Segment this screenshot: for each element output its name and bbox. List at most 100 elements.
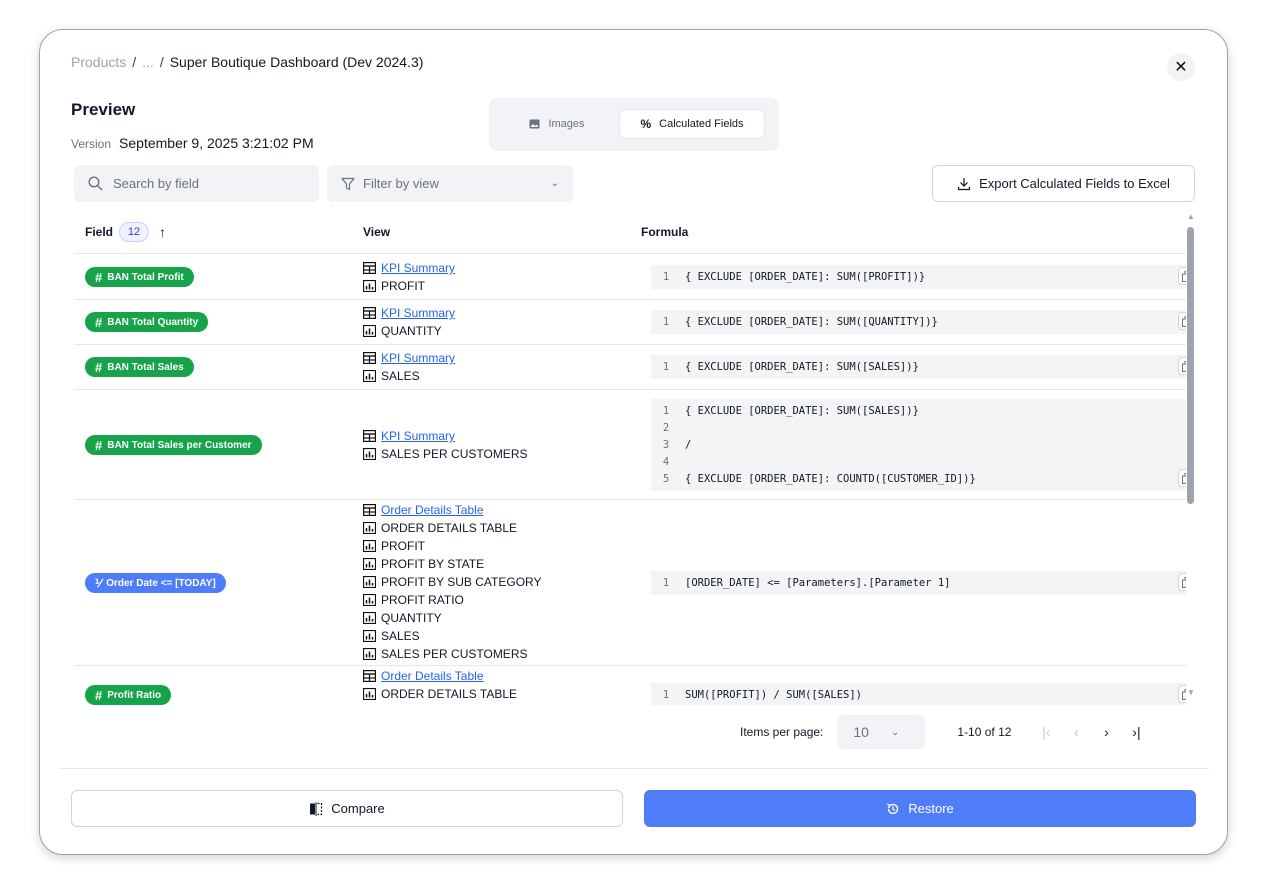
line-number: 3: [662, 438, 670, 451]
restore-button[interactable]: Restore: [644, 790, 1196, 827]
formula-block: 1 { EXCLUDE [ORDER_DATE]: SUM([SALES])}: [651, 355, 1186, 379]
copy-button[interactable]: [1178, 312, 1186, 330]
sheet-chart-icon: [363, 576, 376, 588]
breadcrumb-separator: /: [159, 54, 164, 70]
field-name: Profit Ratio: [107, 689, 162, 701]
number-type-icon: #: [95, 359, 103, 375]
copy-button[interactable]: [1178, 469, 1186, 487]
dashboard-icon: [363, 504, 376, 516]
view-dashboard: Order Details Table: [363, 501, 541, 519]
first-page-button[interactable]: |‹: [1031, 717, 1061, 747]
table-header: Field 12 ↑ View Formula: [74, 218, 1186, 254]
view-sheet: PROFIT BY SUB CATEGORY: [363, 573, 541, 591]
page-range: 1-10 of 12: [957, 725, 1012, 739]
sheet-name: PROFIT: [381, 279, 425, 293]
sort-ascending-icon[interactable]: ↑: [159, 224, 166, 240]
line-number: 1: [662, 315, 670, 328]
table-row: # BAN Total Sales KPI Summary SALES 1 { E…: [74, 345, 1186, 390]
column-view: View: [363, 225, 391, 239]
last-page-button[interactable]: ›|: [1121, 717, 1151, 747]
sheet-name: SALES: [381, 629, 420, 643]
filter-by-view-select[interactable]: Filter by view ⌄: [327, 165, 573, 202]
chevron-right-icon: ›: [1104, 724, 1109, 740]
copy-button[interactable]: [1178, 267, 1186, 285]
scroll-thumb[interactable]: [1187, 227, 1194, 504]
chevron-left-icon: ‹: [1074, 724, 1079, 740]
view-sheet: PROFIT: [363, 537, 541, 555]
view-sheet: QUANTITY: [363, 609, 541, 627]
view-list: KPI Summary SALES PER CUSTOMERS: [363, 427, 527, 463]
line-number: 4: [662, 455, 670, 468]
formula-block: 1 { EXCLUDE [ORDER_DATE]: SUM([PROFIT])}: [651, 265, 1186, 289]
dashboard-icon: [363, 670, 376, 682]
previous-page-button[interactable]: ‹: [1061, 717, 1091, 747]
copy-button[interactable]: [1178, 357, 1186, 375]
last-page-icon: ›|: [1132, 724, 1141, 740]
sheet-name: ORDER DETAILS TABLE: [381, 521, 518, 535]
scroll-up-icon[interactable]: ▲: [1187, 212, 1195, 221]
sheet-name: QUANTITY: [381, 324, 442, 338]
sheet-chart-icon: [363, 522, 376, 534]
number-type-icon: #: [95, 687, 103, 703]
tab-images[interactable]: Images: [501, 110, 613, 138]
number-type-icon: #: [95, 269, 103, 285]
breadcrumb-current: Super Boutique Dashboard (Dev 2024.3): [169, 54, 424, 70]
chevron-down-icon: ⌄: [550, 178, 559, 189]
formula-block: 1 [ORDER_DATE] <= [Parameters].[Parameter…: [651, 571, 1186, 595]
formula-line: { EXCLUDE [ORDER_DATE]: SUM([QUANTITY])}: [685, 315, 938, 328]
line-number: 1: [662, 576, 670, 589]
dashboard-icon: [363, 262, 376, 274]
view-list: KPI Summary QUANTITY: [363, 304, 455, 340]
sheet-name: PROFIT BY SUB CATEGORY: [381, 575, 542, 589]
sheet-chart-icon: [363, 370, 376, 382]
view-dashboard: KPI Summary: [363, 427, 527, 445]
view-link[interactable]: KPI Summary: [381, 259, 455, 277]
sheet-name: PROFIT BY STATE: [381, 557, 485, 571]
view-link[interactable]: Order Details Table: [381, 501, 484, 519]
table-scrollbar[interactable]: ▲ ▼: [1186, 212, 1196, 705]
version-info: Version September 9, 2025 3:21:02 PM: [71, 135, 314, 151]
compare-button[interactable]: Compare: [71, 790, 623, 827]
tab-images-label: Images: [548, 118, 585, 130]
close-icon: ✕: [1174, 59, 1188, 76]
field-name: BAN Total Profit: [107, 271, 184, 283]
breadcrumb-separator: /: [132, 54, 137, 70]
sheet-chart-icon: [363, 612, 376, 624]
restore-icon: [887, 802, 899, 814]
items-per-page-value: 10: [853, 724, 869, 740]
view-link[interactable]: KPI Summary: [381, 304, 455, 322]
formula-block: 1 SUM([PROFIT]) / SUM([SALES]): [651, 683, 1186, 705]
breadcrumb-ellipsis[interactable]: ...: [142, 54, 154, 70]
copy-button[interactable]: [1178, 573, 1186, 591]
field-name: BAN Total Sales per Customer: [107, 439, 252, 451]
scroll-down-icon[interactable]: ▼: [1187, 688, 1195, 697]
view-link[interactable]: KPI Summary: [381, 349, 455, 367]
copy-button[interactable]: [1178, 685, 1186, 703]
line-number: 1: [662, 688, 670, 701]
sheet-chart-icon: [363, 594, 376, 606]
table-row: ⅟ Order Date <= [TODAY] Order Details Ta…: [74, 500, 1186, 666]
close-button[interactable]: ✕: [1167, 53, 1195, 81]
search-input[interactable]: [113, 176, 293, 191]
view-toggle: Images % Calculated Fields: [489, 98, 779, 151]
footer-divider: [59, 768, 1209, 769]
chevron-down-icon: ⌄: [890, 726, 900, 738]
export-button[interactable]: Export Calculated Fields to Excel: [932, 165, 1195, 202]
view-link[interactable]: KPI Summary: [381, 427, 455, 445]
view-sheet: QUANTITY: [363, 322, 455, 340]
view-dashboard: KPI Summary: [363, 259, 455, 277]
table-row: # BAN Total Sales per Customer KPI Summa…: [74, 390, 1186, 500]
download-icon: [958, 177, 971, 190]
view-dashboard: KPI Summary: [363, 349, 455, 367]
next-page-button[interactable]: ›: [1091, 717, 1121, 747]
items-per-page-select[interactable]: 10 ⌄: [837, 715, 926, 749]
formula-line: { EXCLUDE [ORDER_DATE]: SUM([PROFIT])}: [685, 270, 926, 283]
breadcrumb-products[interactable]: Products: [71, 54, 126, 70]
tab-calculated-fields[interactable]: % Calculated Fields: [619, 109, 765, 139]
column-field[interactable]: Field 12 ↑: [85, 222, 166, 242]
filter-placeholder: Filter by view: [363, 176, 439, 191]
pagination: Items per page: 10 ⌄ 1-10 of 12 |‹ ‹ › ›…: [740, 714, 1151, 750]
view-link[interactable]: Order Details Table: [381, 667, 484, 685]
field-pill: # BAN Total Profit: [85, 267, 194, 287]
field-pill: # BAN Total Quantity: [85, 312, 209, 332]
